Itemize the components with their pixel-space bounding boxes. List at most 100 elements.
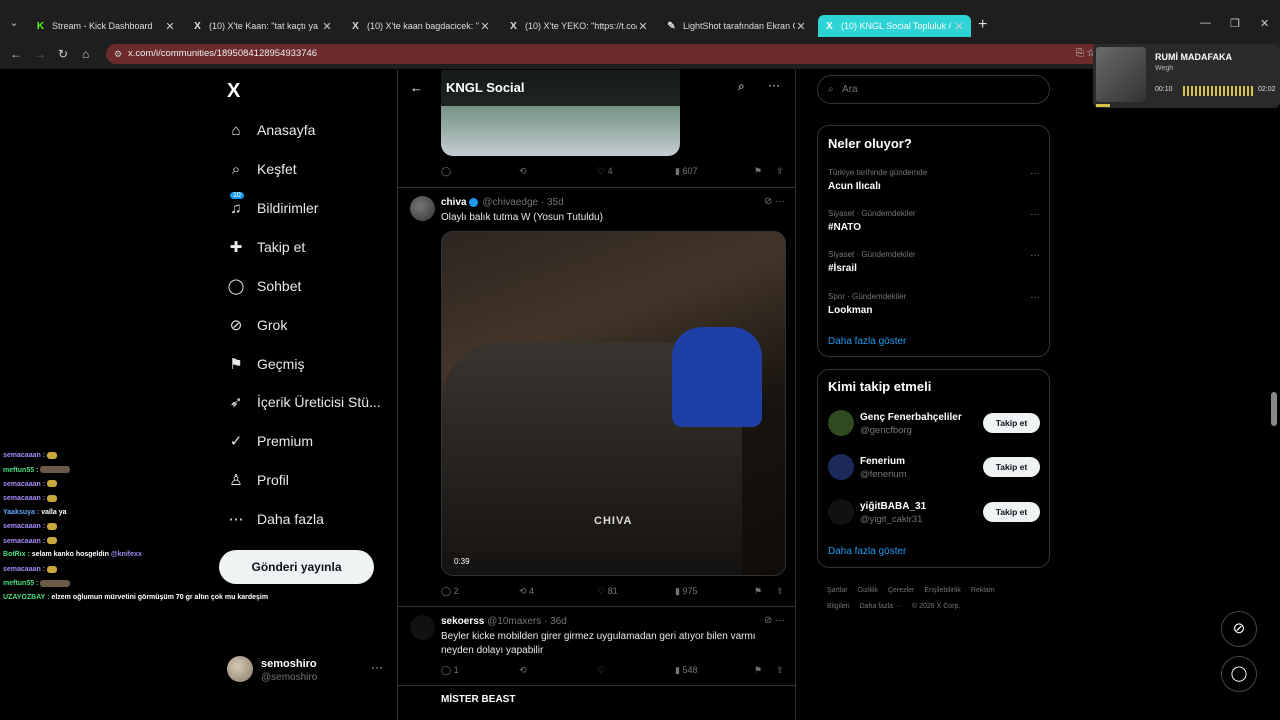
chat-user[interactable]: semacaaan :: [3, 452, 45, 459]
nav-item-10[interactable]: ⋯ Daha fazla: [227, 507, 324, 531]
follow-suggestion[interactable]: Genç Fenerbahçeliler @gencfborg Takip et: [828, 410, 1040, 440]
footer-link[interactable]: Daha fazla ···: [860, 603, 902, 610]
grok-and-more-icon[interactable]: ⊘ ···: [764, 196, 785, 207]
footer-link[interactable]: Şartlar: [827, 587, 848, 594]
views-icon[interactable]: ▮ 975: [675, 586, 697, 597]
messages-fab-icon[interactable]: ◯: [1221, 656, 1257, 692]
avatar[interactable]: [410, 615, 435, 640]
reload-icon[interactable]: ↻: [58, 47, 68, 61]
chat-user[interactable]: meftun55 :: [3, 580, 38, 587]
grok-and-more-icon[interactable]: ⊘ ···: [764, 615, 785, 626]
x-logo[interactable]: X: [227, 80, 240, 103]
home-browser-icon[interactable]: ⌂: [82, 47, 89, 61]
bookmark-icon[interactable]: ⚑: [754, 166, 762, 177]
nav-item-6[interactable]: ⚑ Geçmiş: [227, 352, 304, 376]
more-icon[interactable]: ···: [1030, 292, 1040, 303]
tab-close-icon[interactable]: ✕: [637, 20, 649, 33]
author-name[interactable]: chiva: [441, 197, 467, 208]
restore-icon[interactable]: ❐: [1230, 17, 1240, 30]
share-icon[interactable]: ⇪: [776, 166, 784, 177]
nav-item-8[interactable]: ✓ Premium: [227, 429, 313, 453]
reply-icon[interactable]: ◯: [441, 166, 451, 177]
browser-tab[interactable]: X (10) X'te kaan bagdacicek: "ser✕: [344, 15, 497, 37]
author-name[interactable]: sekoerss: [441, 616, 484, 627]
share-icon[interactable]: ⇪: [776, 665, 784, 676]
nav-item-7[interactable]: ➶ İçerik Üreticisi Stü...: [227, 390, 381, 414]
more-icon[interactable]: ···: [371, 660, 383, 674]
tab-close-icon[interactable]: ✕: [164, 20, 176, 33]
browser-tab[interactable]: K Stream - Kick Dashboard ✕: [29, 15, 182, 37]
browser-tab[interactable]: X (10) X'te YEKO: "https://t.co/W ✕: [502, 15, 655, 37]
back-icon[interactable]: ←: [10, 47, 22, 61]
share-icon[interactable]: ⇪: [776, 586, 784, 597]
reply-icon[interactable]: ◯ 1: [441, 665, 459, 676]
tweet-video[interactable]: CHIVA 0:39: [441, 231, 786, 576]
back-arrow-icon[interactable]: ←: [410, 80, 423, 95]
browser-tab[interactable]: ✎ LightShot tarafından Ekran Gör✕: [660, 15, 813, 37]
more-icon[interactable]: ···: [768, 78, 780, 92]
follow-button[interactable]: Takip et: [983, 457, 1040, 477]
like-icon[interactable]: ♡ 81: [597, 586, 618, 597]
trend-item[interactable]: Siyaset · Gündemdekiler #İsrail ···: [828, 250, 1040, 274]
tab-close-icon[interactable]: ✕: [321, 20, 333, 33]
nav-item-2[interactable]: ♫ 10 Bildirimler: [227, 191, 318, 220]
author-handle[interactable]: @chivaedge: [482, 197, 538, 208]
chat-user[interactable]: semacaaan :: [3, 481, 45, 488]
chat-user[interactable]: semacaaan :: [3, 538, 45, 545]
nav-item-0[interactable]: ⌂ Anasayfa: [227, 118, 315, 142]
reply-icon[interactable]: ◯ 2: [441, 586, 459, 597]
follow-suggestion[interactable]: yiğitBABA_31 @yigit_cakir31 Takip et: [828, 499, 1040, 529]
post-button[interactable]: Gönderi yayınla: [219, 550, 374, 584]
follow-more-link[interactable]: Daha fazla göster: [828, 546, 906, 557]
more-icon[interactable]: ···: [1030, 209, 1040, 220]
nav-item-5[interactable]: ⊘ Grok: [227, 313, 288, 337]
trend-item[interactable]: Spor · Gündemdekiler Lookman ···: [828, 292, 1040, 316]
nav-item-4[interactable]: ◯ Sohbet: [227, 274, 302, 298]
repost-icon[interactable]: ⟲: [519, 665, 527, 676]
url-field[interactable]: ⚙ x.com/i/communities/189508412895493374…: [106, 44, 1101, 64]
chat-user[interactable]: semacaaan :: [3, 523, 45, 530]
browser-tab[interactable]: X (10) X'te Kaan: "tat kaçtı ya http✕: [186, 15, 339, 37]
tab-close-icon[interactable]: ✕: [479, 20, 491, 33]
like-icon[interactable]: ♡: [597, 665, 605, 676]
minimize-icon[interactable]: —: [1200, 17, 1211, 29]
repost-icon[interactable]: ⟲: [519, 166, 527, 177]
chat-mention[interactable]: @knifexx: [111, 551, 142, 558]
browser-tab[interactable]: X (10) KNGL Social Topluluk / X ✕: [818, 15, 971, 37]
tab-search-icon[interactable]: ⌄: [6, 16, 22, 32]
repost-icon[interactable]: ⟲ 4: [519, 586, 534, 597]
search-input[interactable]: ⌕ Ara: [817, 75, 1050, 104]
chat-user[interactable]: Yaaksuya :: [3, 509, 39, 516]
chat-user[interactable]: UZAYOZBAY :: [3, 594, 49, 601]
trend-item[interactable]: Türkiye tarihinde gündemde Acun Ilıcalı ··…: [828, 168, 1040, 192]
scrollbar[interactable]: [1271, 392, 1277, 426]
more-icon[interactable]: ···: [1030, 250, 1040, 261]
chat-user[interactable]: semacaaan :: [3, 566, 45, 573]
footer-link[interactable]: Erişilebilirlik: [924, 587, 961, 594]
nav-item-3[interactable]: ✚ Takip et: [227, 235, 306, 259]
views-icon[interactable]: ▮ 607: [675, 166, 697, 177]
tab-close-icon[interactable]: ✕: [953, 20, 965, 33]
author-name[interactable]: MİSTER BEAST: [441, 694, 515, 705]
follow-button[interactable]: Takip et: [983, 502, 1040, 522]
forward-icon[interactable]: →: [34, 47, 46, 61]
account-switcher[interactable]: semoshiro @semoshiro ···: [227, 656, 387, 686]
like-icon[interactable]: ♡ 4: [597, 166, 613, 177]
chat-user[interactable]: BotRix :: [3, 551, 30, 558]
follow-button[interactable]: Takip et: [983, 413, 1040, 433]
trends-more-link[interactable]: Daha fazla göster: [828, 336, 906, 347]
views-icon[interactable]: ▮ 548: [675, 665, 697, 676]
site-info-icon[interactable]: ⚙: [114, 44, 122, 64]
search-icon[interactable]: ⌕: [738, 79, 745, 94]
follow-suggestion[interactable]: Fenerium @fenerium Takip et: [828, 454, 1040, 484]
footer-link[interactable]: Çerezler: [888, 587, 914, 594]
chat-user[interactable]: meftun55 :: [3, 467, 38, 474]
close-window-icon[interactable]: ✕: [1260, 17, 1269, 30]
bookmark-icon[interactable]: ⚑: [754, 586, 762, 597]
tab-close-icon[interactable]: ✕: [795, 20, 807, 33]
bookmark-icon[interactable]: ⚑: [754, 665, 762, 676]
more-icon[interactable]: ···: [1030, 168, 1040, 179]
grok-fab-icon[interactable]: ⊘: [1221, 611, 1257, 647]
footer-link[interactable]: Gizlilik: [858, 587, 878, 594]
new-tab-button[interactable]: +: [978, 16, 987, 34]
